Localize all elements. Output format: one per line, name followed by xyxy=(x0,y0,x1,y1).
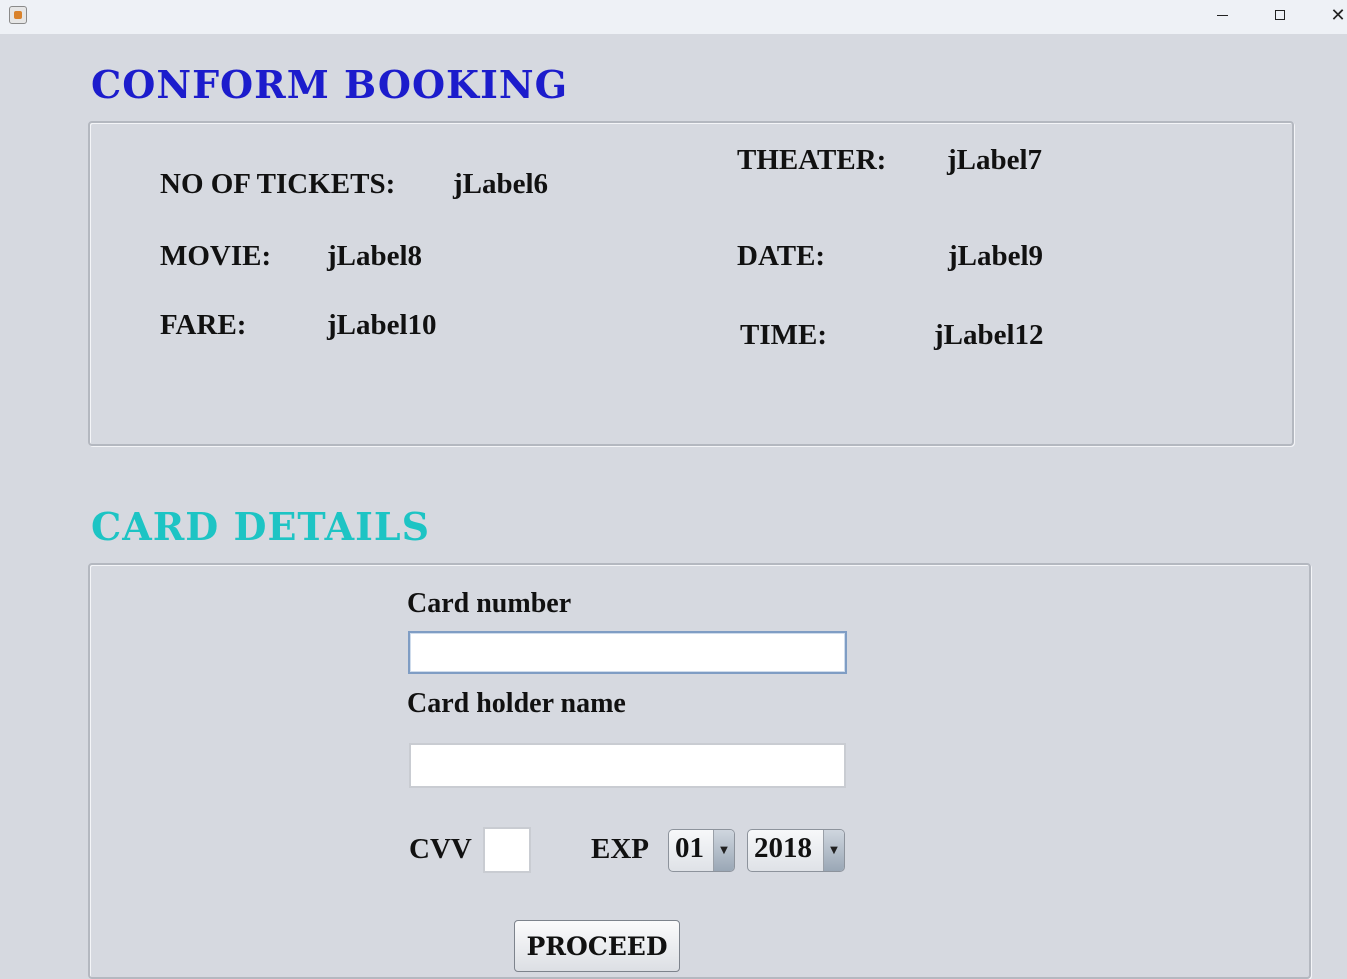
card-holder-input[interactable] xyxy=(409,743,846,788)
fare-value: jLabel10 xyxy=(327,309,437,341)
date-value: jLabel9 xyxy=(948,240,1044,272)
java-cup-icon[interactable] xyxy=(9,6,27,24)
movie-label: MOVIE: xyxy=(160,240,272,272)
tickets-label: NO OF TICKETS: xyxy=(160,168,396,200)
exp-month-select[interactable]: 01 ▼ xyxy=(668,829,735,872)
movie-value: jLabel8 xyxy=(327,240,423,272)
close-button[interactable]: ✕ xyxy=(1315,0,1347,30)
exp-year-value: 2018 xyxy=(754,832,812,864)
fare-label: FARE: xyxy=(160,309,247,341)
card-number-input[interactable] xyxy=(408,631,847,674)
proceed-button[interactable]: PROCEED xyxy=(514,920,680,972)
minimize-button[interactable] xyxy=(1199,0,1245,30)
exp-month-value: 01 xyxy=(675,832,704,864)
time-label: TIME: xyxy=(740,319,827,351)
cvv-input[interactable] xyxy=(483,827,531,873)
exp-label: EXP xyxy=(591,833,649,865)
minimize-icon xyxy=(1216,14,1228,16)
chevron-down-icon[interactable]: ▼ xyxy=(823,830,844,871)
card-heading: CARD DETAILS xyxy=(91,504,431,549)
theater-value: jLabel7 xyxy=(947,144,1043,176)
card-number-label: Card number xyxy=(407,588,572,619)
maximize-button[interactable] xyxy=(1257,0,1303,30)
title-bar: ✕ xyxy=(0,0,1347,34)
close-icon: ✕ xyxy=(1330,4,1346,26)
chevron-down-icon[interactable]: ▼ xyxy=(713,830,734,871)
tickets-value: jLabel6 xyxy=(453,168,549,200)
exp-year-select[interactable]: 2018 ▼ xyxy=(747,829,845,872)
time-value: jLabel12 xyxy=(934,319,1044,351)
card-holder-label: Card holder name xyxy=(407,688,626,719)
maximize-icon xyxy=(1275,10,1285,20)
date-label: DATE: xyxy=(737,240,826,272)
cvv-label: CVV xyxy=(409,833,472,865)
theater-label: THEATER: xyxy=(737,144,887,176)
booking-heading: CONFORM BOOKING xyxy=(91,62,569,107)
